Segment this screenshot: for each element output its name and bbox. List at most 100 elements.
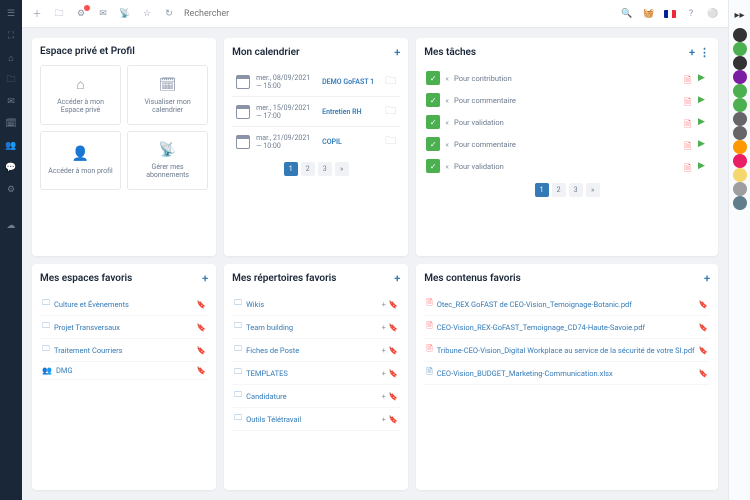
content-row[interactable]: 🗎 Tribune-CEO-Vision_Digital Workplace a… bbox=[424, 339, 710, 362]
calendar-row[interactable]: mar., 21/09/2021 — 10:00 COPIL 🗀 bbox=[232, 127, 400, 156]
bookmark-icon[interactable]: 🔖 bbox=[389, 300, 398, 309]
dir-row[interactable]: 🗀 Fiches de Poste + 🔖 bbox=[232, 339, 400, 362]
bookmark-icon[interactable]: 🔖 bbox=[389, 346, 398, 355]
users-icon[interactable]: 👥 bbox=[5, 140, 17, 152]
search-button-icon[interactable]: 🔍 bbox=[620, 7, 634, 21]
refresh-icon[interactable]: ↻ bbox=[162, 7, 176, 21]
task-row[interactable]: ✓ « Pour commentaire 🗎 ▶ bbox=[424, 133, 710, 155]
dir-name[interactable]: Outils Télétravail bbox=[246, 415, 378, 424]
bookmark-icon[interactable]: 🔖 bbox=[699, 300, 708, 309]
presence-avatar[interactable] bbox=[733, 98, 747, 112]
bookmark-icon[interactable]: 🔖 bbox=[389, 392, 398, 401]
space-name[interactable]: Culture et Évènements bbox=[54, 300, 193, 309]
dir-row[interactable]: 🗀 Wikis + 🔖 bbox=[232, 293, 400, 316]
dir-name[interactable]: Fiches de Poste bbox=[246, 346, 378, 355]
dir-row[interactable]: 🗀 Team building + 🔖 bbox=[232, 316, 400, 339]
space-name[interactable]: Traitement Courriers bbox=[54, 346, 193, 355]
dir-name[interactable]: Team building bbox=[246, 323, 378, 332]
task-doc-icon[interactable]: 🗎 bbox=[684, 73, 694, 83]
space-row[interactable]: 👥 DMG 🔖 bbox=[40, 362, 208, 380]
add-icon[interactable]: + bbox=[382, 346, 386, 355]
space-name[interactable]: DMG bbox=[56, 366, 193, 375]
settings-icon[interactable]: ⚙ bbox=[5, 184, 17, 196]
page-button[interactable]: 2 bbox=[301, 162, 315, 176]
content-name[interactable]: CEO-Vision_BUDGET_Marketing-Communicatio… bbox=[437, 369, 695, 378]
tile-calendar[interactable]: 🗓Visualiser mon calendrier bbox=[127, 65, 208, 125]
task-row[interactable]: ✓ « Pour validation 🗎 ▶ bbox=[424, 155, 710, 177]
add-icon[interactable]: + bbox=[382, 323, 386, 332]
folder-icon[interactable]: 🗀 bbox=[385, 102, 396, 121]
add-icon[interactable]: + bbox=[382, 415, 386, 424]
task-row[interactable]: ✓ « Pour validation 🗎 ▶ bbox=[424, 111, 710, 133]
page-button[interactable]: 2 bbox=[552, 183, 566, 197]
bookmark-icon[interactable]: 🔖 bbox=[197, 366, 206, 375]
star-icon[interactable]: ☆ bbox=[140, 7, 154, 21]
page-button[interactable]: » bbox=[335, 162, 349, 176]
dir-row[interactable]: 🗀 Outils Télétravail + 🔖 bbox=[232, 408, 400, 431]
page-button[interactable]: 1 bbox=[284, 162, 298, 176]
presence-avatar[interactable] bbox=[733, 28, 747, 42]
user-menu-icon[interactable]: ⚪ bbox=[706, 7, 720, 21]
presence-avatar[interactable] bbox=[733, 70, 747, 84]
tile-profile[interactable]: 👤Accéder à mon profil bbox=[40, 131, 121, 190]
presence-avatar[interactable] bbox=[733, 168, 747, 182]
chat-icon[interactable]: 💬 bbox=[5, 162, 17, 174]
task-doc-icon[interactable]: 🗎 bbox=[684, 117, 694, 127]
task-play-icon[interactable]: ▶ bbox=[698, 117, 708, 127]
task-play-icon[interactable]: ▶ bbox=[698, 95, 708, 105]
add-task-button[interactable]: + bbox=[689, 46, 695, 59]
calendar-row[interactable]: mer., 08/09/2021 — 15:00 DEMO GoFAST 1 🗀 bbox=[232, 67, 400, 97]
content-row[interactable]: 🗎 CEO-Vision_REX-GoFAST_Temoignage_CD74-… bbox=[424, 316, 710, 339]
task-row[interactable]: ✓ « Pour contribution 🗎 ▶ bbox=[424, 67, 710, 89]
presence-avatar[interactable] bbox=[733, 84, 747, 98]
presence-avatar[interactable] bbox=[733, 112, 747, 126]
page-button[interactable]: 3 bbox=[318, 162, 332, 176]
folder-icon[interactable]: 🗀 bbox=[385, 72, 396, 91]
content-name[interactable]: CEO-Vision_REX-GoFAST_Temoignage_CD74-Ha… bbox=[437, 323, 695, 332]
basket-icon[interactable]: 🧺 bbox=[642, 7, 656, 21]
page-button[interactable]: » bbox=[586, 183, 600, 197]
bookmark-icon[interactable]: 🔖 bbox=[197, 300, 206, 309]
content-name[interactable]: Otec_REX GoFAST de CEO-Vision_Temoignage… bbox=[437, 300, 695, 309]
dashboard-icon[interactable]: ⛶ bbox=[5, 30, 17, 42]
space-row[interactable]: 🗀 Culture et Évènements 🔖 bbox=[40, 293, 208, 316]
tile-private-space[interactable]: ⌂Accéder à mon Espace privé bbox=[40, 65, 121, 125]
bookmark-icon[interactable]: 🔖 bbox=[699, 369, 708, 378]
mail-top-icon[interactable]: ✉ bbox=[96, 7, 110, 21]
task-doc-icon[interactable]: 🗎 bbox=[684, 161, 694, 171]
content-row[interactable]: 🗎 CEO-Vision_BUDGET_Marketing-Communicat… bbox=[424, 362, 710, 385]
add-icon[interactable]: + bbox=[382, 300, 386, 309]
dir-name[interactable]: Candidature bbox=[246, 392, 378, 401]
cloud-icon[interactable]: ☁ bbox=[5, 220, 17, 232]
add-dir-button[interactable]: + bbox=[394, 272, 400, 285]
notifications-icon[interactable]: ⚙ bbox=[74, 7, 88, 21]
calendar-row[interactable]: mer., 15/09/2021 — 17:00 Entretien RH 🗀 bbox=[232, 97, 400, 127]
presence-avatar[interactable] bbox=[733, 196, 747, 210]
bookmark-icon[interactable]: 🔖 bbox=[699, 323, 708, 332]
dir-row[interactable]: 🗀 Candidature + 🔖 bbox=[232, 385, 400, 408]
presence-avatar[interactable] bbox=[733, 140, 747, 154]
home-icon[interactable]: ⌂ bbox=[5, 52, 17, 64]
content-row[interactable]: 🗎 Otec_REX GoFAST de CEO-Vision_Temoigna… bbox=[424, 293, 710, 316]
space-row[interactable]: 🗀 Traitement Courriers 🔖 bbox=[40, 339, 208, 362]
task-play-icon[interactable]: ▶ bbox=[698, 73, 708, 83]
content-name[interactable]: Tribune-CEO-Vision_Digital Workplace au … bbox=[437, 346, 695, 355]
add-space-button[interactable]: + bbox=[202, 272, 208, 285]
bookmark-icon[interactable]: 🔖 bbox=[389, 323, 398, 332]
task-menu-icon[interactable]: ⋮ bbox=[699, 46, 710, 59]
add-icon[interactable]: + bbox=[382, 369, 386, 378]
menu-icon[interactable]: ☰ bbox=[5, 8, 17, 20]
presence-avatar[interactable] bbox=[733, 182, 747, 196]
bookmark-icon[interactable]: 🔖 bbox=[389, 415, 398, 424]
calendar-icon[interactable]: 🗓 bbox=[5, 118, 17, 130]
folder-icon[interactable]: 🗀 bbox=[5, 74, 17, 86]
presence-avatar[interactable] bbox=[733, 126, 747, 140]
folder-icon[interactable]: 🗀 bbox=[385, 132, 396, 151]
presence-avatar[interactable] bbox=[733, 154, 747, 168]
folder-open-icon[interactable]: 🗀 bbox=[52, 7, 66, 21]
dir-name[interactable]: TEMPLATES bbox=[246, 369, 378, 378]
language-flag-fr[interactable] bbox=[664, 10, 676, 18]
presence-avatar[interactable] bbox=[733, 42, 747, 56]
mail-icon[interactable]: ✉ bbox=[5, 96, 17, 108]
add-icon[interactable]: ＋ bbox=[30, 7, 44, 21]
